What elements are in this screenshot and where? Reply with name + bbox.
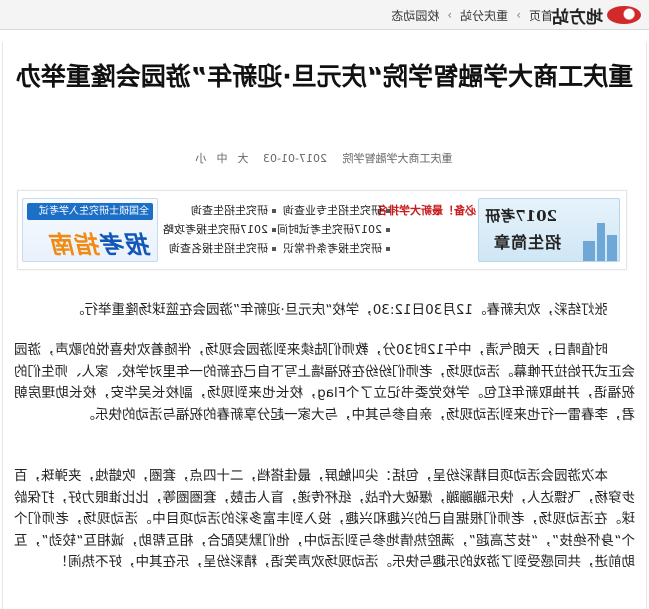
list-item[interactable]: 研究生招生专业查询 <box>270 201 390 220</box>
breadcrumb-section[interactable]: 校园动态 <box>391 7 439 24</box>
links-column-1: 研究生招生专业查询 2017研究生考试时间 研究生报考条件常识 <box>270 201 390 258</box>
promo-right-title: 报考指南 <box>51 225 151 260</box>
frame-border-left <box>646 42 647 609</box>
link-label: 研究生招生查询 <box>191 204 268 217</box>
promo-banner: 2017考研 招生简章 必备！最新大学排名 研究生招生专业查询 2017研究生考… <box>17 190 627 270</box>
promo-right-strip: 全国硕士研究生入学考试 <box>27 203 153 220</box>
promo-exam-guide[interactable]: 全国硕士研究生入学考试 报考指南 <box>22 198 158 262</box>
link-label: 2017研究生报考攻略 <box>163 223 268 236</box>
breadcrumb-branch[interactable]: 重庆分站 <box>460 7 508 24</box>
list-item[interactable]: 研究生报考条件常识 <box>270 239 390 258</box>
article-paragraph: 张灯结彩，欢庆新春。12月30日12:30，学校“庆元旦·迎新年”游园会在篮球场… <box>70 302 608 318</box>
article-page: 地方站 首页 › 重庆分站 › 校园动态 重庆工商大学融智学院“庆元旦·迎新年”… <box>0 0 649 609</box>
breadcrumb-home[interactable]: 首页 <box>529 7 553 24</box>
promo-title-part2: 指南 <box>51 231 101 259</box>
list-item[interactable]: 研究生招生查询 <box>156 201 276 220</box>
link-label: 研究生招生报名查询 <box>169 242 268 255</box>
list-item[interactable]: 研究生招生报名查询 <box>156 239 276 258</box>
font-size-large[interactable]: 大 <box>238 152 249 165</box>
bullet-icon <box>272 228 276 232</box>
chevron-right-icon: › <box>516 8 521 22</box>
promo-title-part1: 报考 <box>101 231 151 259</box>
building-graphic <box>597 223 605 261</box>
link-label: 研究生报考条件常识 <box>283 242 382 255</box>
link-label: 2017研究生考试时间 <box>277 223 382 236</box>
list-item[interactable]: 2017研究生考试时间 <box>270 220 390 239</box>
bullet-icon <box>272 209 276 213</box>
building-graphic <box>607 235 617 261</box>
article-meta: 重庆工商大学融智学院 2017-01-03 大中小 <box>0 150 649 166</box>
article-source: 重庆工商大学融智学院 <box>342 152 453 165</box>
top-navigation-bar: 地方站 首页 › 重庆分站 › 校园动态 <box>0 0 649 30</box>
breadcrumb: 首页 › 重庆分站 › 校园动态 <box>391 0 553 30</box>
article-paragraph: 本次游园会活动项目精彩纷呈，包括：尖叫触屏，最佳搭档，二十四点，套圈，吹蜡烛，夹… <box>14 468 635 570</box>
bullet-icon <box>386 228 390 232</box>
logo-text: 地方站 <box>552 7 603 28</box>
list-item[interactable]: 2017研究生报考攻略 <box>156 220 276 239</box>
site-logo[interactable]: 地方站 <box>552 3 641 28</box>
promo-left-title: 2017考研 <box>485 207 557 225</box>
article-paragraph: 时值晴日，天朗气清，中午12时30分，教师们陆续来到游园会现场，伴随着欢快喜悦的… <box>14 342 635 423</box>
font-size-small[interactable]: 小 <box>196 152 207 165</box>
bullet-icon <box>272 247 276 251</box>
bullet-icon <box>386 247 390 251</box>
links-column-2: 研究生招生查询 2017研究生报考攻略 研究生招生报名查询 <box>156 201 276 258</box>
building-graphic <box>583 241 595 261</box>
font-size-medium[interactable]: 中 <box>217 152 228 165</box>
link-label: 研究生招生专业查询 <box>283 204 382 217</box>
logo-icon <box>607 6 641 24</box>
article-date: 2017-01-03 <box>263 152 327 165</box>
chevron-right-icon: › <box>447 8 453 22</box>
bullet-icon <box>386 209 390 213</box>
promo-exam-brochure[interactable]: 2017考研 招生简章 <box>478 198 620 262</box>
article-title: 重庆工商大学融智学院“庆元旦·迎新年”游园会隆重举办 <box>15 62 634 91</box>
frame-border-right <box>2 42 3 609</box>
promo-left-subtitle: 招生简章 <box>492 233 561 252</box>
